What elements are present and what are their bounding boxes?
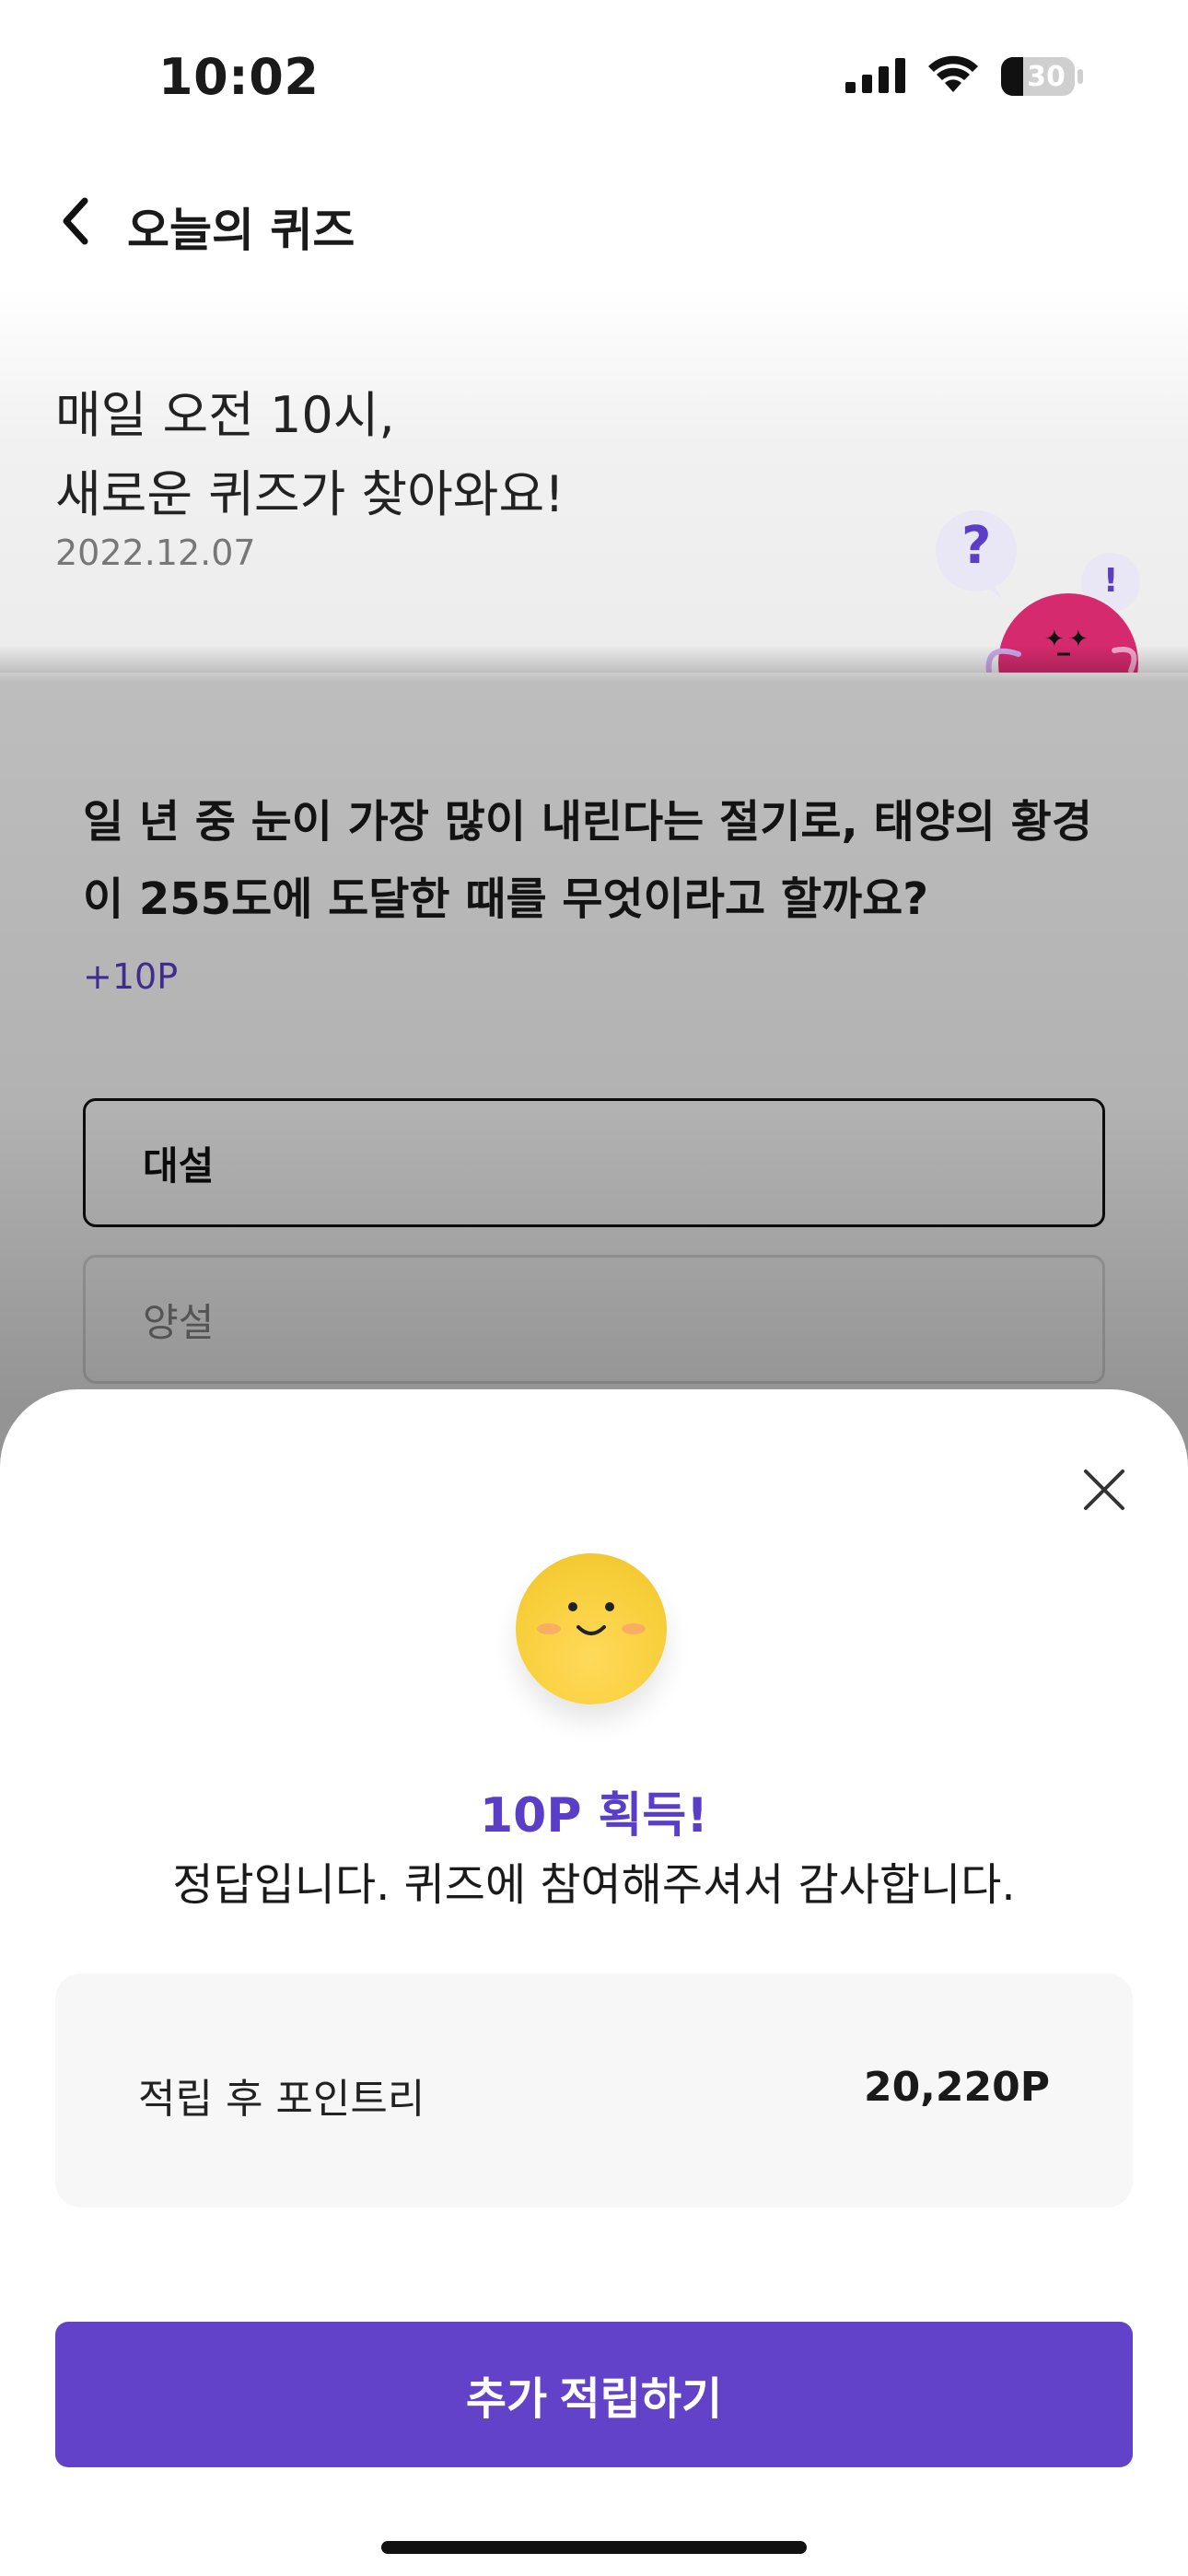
wifi-icon <box>926 55 980 98</box>
smile-face-icon <box>516 1553 667 1704</box>
answer-option-label: 양설 <box>143 1299 215 1345</box>
close-button[interactable] <box>1074 1459 1135 1520</box>
mascot-illustration: ✦ ✦ ? ! <box>930 507 1160 682</box>
hero-headline-2: 새로운 퀴즈가 찾아와요! <box>55 465 565 523</box>
hero-headline-1: 매일 오전 10시, <box>55 386 395 444</box>
points-summary: 적립 후 포인트리 20,220P <box>55 1973 1133 2207</box>
svg-text:✦: ✦ <box>1068 626 1089 653</box>
reward-title: 10P 획득! <box>480 1788 708 1844</box>
mascot-exclaim-bubble: ! <box>1103 562 1119 600</box>
answer-option[interactable]: 양설 <box>83 1255 1105 1384</box>
home-indicator <box>381 2541 807 2554</box>
chevron-left-icon <box>63 197 88 245</box>
result-bottom-sheet: 10P 획득! 정답입니다. 퀴즈에 참여해주셔서 감사합니다. 적립 후 포인… <box>0 1389 1188 2576</box>
close-icon <box>1084 1469 1124 1510</box>
earn-more-button[interactable]: 추가 적립하기 <box>55 2322 1133 2467</box>
quiz-date: 2022.12.07 <box>55 533 256 573</box>
answer-option-label: 대설 <box>143 1142 215 1188</box>
page-title: 오늘의 퀴즈 <box>127 204 355 257</box>
mascot-question-bubble: ? <box>961 516 992 576</box>
quiz-reward: +10P <box>83 956 179 997</box>
signal-icon <box>845 56 906 97</box>
points-label: 적립 후 포인트리 <box>138 2076 425 2123</box>
points-value: 20,220P <box>863 2064 1050 2111</box>
battery-icon: 30 <box>1000 56 1085 97</box>
status-time: 10:02 <box>158 48 320 106</box>
status-bar: 10:02 30 <box>0 0 1188 147</box>
quiz-question: 일 년 중 눈이 가장 많이 내린다는 절기로, 태양의 황경이 255도에 도… <box>83 796 1092 925</box>
answer-option-selected[interactable]: 대설 <box>83 1098 1105 1227</box>
hero-banner: 매일 오전 10시, 새로운 퀴즈가 찾아와요! 2022.12.07 ✦ ✦ … <box>0 286 1188 682</box>
back-button[interactable] <box>48 193 103 249</box>
svg-text:✦: ✦ <box>1044 626 1065 653</box>
reward-message: 정답입니다. 퀴즈에 참여해주셔서 감사합니다. <box>172 1859 1016 1911</box>
battery-level: 30 <box>1027 61 1066 93</box>
nav-bar: 오늘의 퀴즈 <box>0 175 1188 267</box>
status-icons: 30 <box>845 55 1085 98</box>
